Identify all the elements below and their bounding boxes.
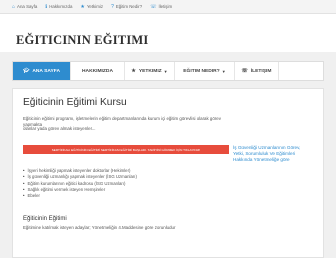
top-bar: ⌂ Ana Sayfa ℹ Hakkımızda ★ Yetkimiz ? Eğitim…	[0, 0, 336, 14]
graduation-cap-icon: 🎓︎	[23, 68, 30, 74]
star-icon: ★	[131, 68, 136, 74]
site-logo[interactable]: EĞITICININ EĞITIMI	[16, 33, 148, 48]
nav-item-authority[interactable]: ★ YETKIMIZ ▼	[125, 62, 175, 80]
nav-item-contact[interactable]: ☏ İLETIŞIM	[235, 62, 279, 80]
topbar-label: Hakkımızda	[49, 4, 73, 9]
chevron-down-icon: ▼	[221, 68, 226, 74]
nav-label: HAKKIMIZDA	[82, 68, 113, 74]
page-title: Eğiticinin Eğitimi Kursu	[23, 97, 127, 108]
list-item: • Ebeler	[23, 193, 223, 199]
phone-icon: ☏	[150, 3, 157, 10]
topbar-label: Eğitim Nedir?	[115, 4, 143, 9]
intro-paragraph-continued: olanlar yada görev almak isteyenler...	[23, 126, 96, 131]
nav-item-home[interactable]: 🎓︎ ANA SAYFA	[13, 62, 71, 80]
nav-item-education[interactable]: EĞITIM NEDIR? ▼	[175, 62, 235, 80]
topbar-link-contact[interactable]: ☏ İletişim	[150, 4, 172, 10]
nav-label: İLETIŞIM	[250, 68, 272, 74]
bullet-icon: •	[23, 186, 25, 192]
topbar-link-about[interactable]: ℹ Hakkımızda	[45, 4, 72, 10]
section-heading: Eğiticinin Eğitimi	[23, 216, 67, 222]
bullet-icon: •	[23, 193, 25, 199]
announcement-banner[interactable]: SERTİFİKALI EĞİTİCİNİN EĞİTİMİ SERTİFİKA…	[23, 145, 229, 154]
list-item-text: İş güvenliği uzmanlığı yapmak isteyenler…	[27, 174, 137, 180]
chevron-down-icon: ▼	[163, 68, 168, 74]
topbar-link-education[interactable]: ? Eğitim Nedir?	[111, 4, 142, 10]
sidebar-links: İş Güvenliği Uzmanlarının Görev, Yetki, …	[233, 145, 321, 164]
question-icon: ?	[111, 3, 114, 10]
nav-label: YETKIMIZ	[138, 68, 162, 74]
list-item-text: Sağlık eğitimi vermek isteyen Hemşireler	[27, 186, 106, 192]
phone-icon: ☏	[241, 68, 248, 74]
list-item-text: Ebeler	[27, 193, 40, 199]
sidebar-link[interactable]: Hakkında Yönetmeliğe göre	[233, 157, 321, 163]
list-item-text: İşyeri hekimliği yapmak isteyenler dokto…	[27, 168, 131, 173]
info-icon: ℹ	[45, 3, 48, 10]
nav-item-about[interactable]: HAKKIMIZDA	[71, 62, 125, 80]
topbar-link-home[interactable]: ⌂ Ana Sayfa	[12, 4, 37, 10]
topbar-label: İletişim	[158, 4, 173, 9]
nav-label: ANA SAYFA	[32, 68, 60, 74]
audience-list: • İşyeri hekimliği yapmak isteyenler dokt…	[23, 168, 223, 199]
announcement-text: SERTİFİKALI EĞİTİCİNİN EĞİTİMİ SERTİFİKA…	[51, 147, 201, 152]
main-content: Eğiticinin Eğitimi Kursu Eğiticinin eğit…	[12, 88, 324, 258]
topbar-label: Ana Sayfa	[17, 4, 38, 9]
bullet-icon: •	[23, 168, 25, 173]
home-icon: ⌂	[12, 3, 16, 10]
main-navigation: 🎓︎ ANA SAYFA HAKKIMIZDA ★ YETKIMIZ ▼ EĞITIM…	[12, 61, 324, 81]
star-icon: ★	[80, 3, 85, 10]
topbar-label: Yetkimiz	[86, 4, 104, 9]
topbar-link-authority[interactable]: ★ Yetkimiz	[80, 4, 103, 10]
list-item-text: Eğitim kurumlarının eğitici kadrosu (İSG…	[27, 180, 126, 186]
nav-label: EĞITIM NEDIR?	[183, 68, 220, 74]
bullet-icon: •	[23, 180, 25, 186]
section-paragraph: Eğitimine katılmak isteyen adaylar; Yöne…	[23, 225, 176, 230]
bullet-icon: •	[23, 174, 25, 180]
